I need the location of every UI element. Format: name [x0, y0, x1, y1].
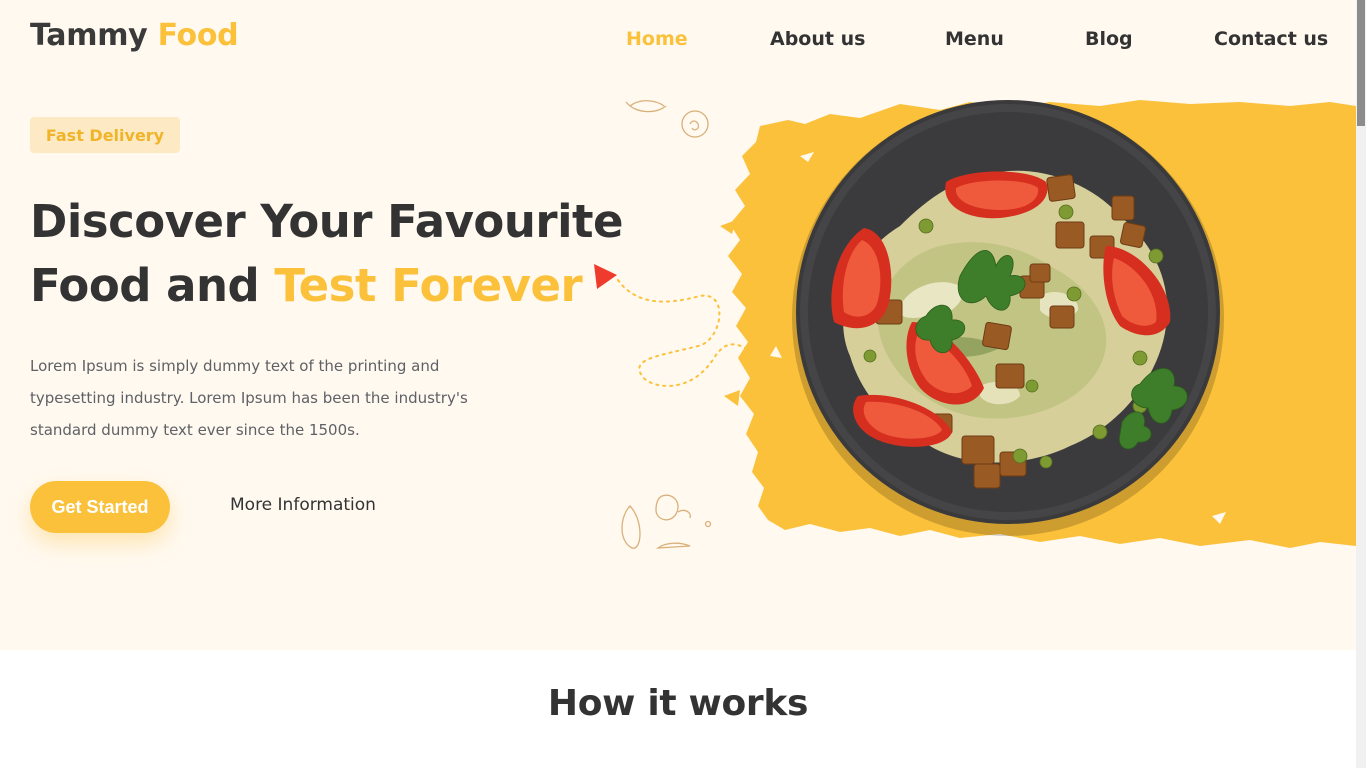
- how-it-works-title: How it works: [547, 683, 809, 724]
- nav-home[interactable]: Home: [626, 28, 688, 50]
- nav-menu[interactable]: Menu: [945, 28, 1004, 50]
- headline-line-2-plain: Food and: [30, 259, 260, 312]
- scrollbar-thumb[interactable]: [1357, 0, 1365, 126]
- hero-description: Lorem Ipsum is simply dummy text of the …: [30, 357, 468, 439]
- nav-about-us[interactable]: About us: [770, 28, 865, 50]
- food-doodle-icons: [621, 100, 712, 549]
- nav-contact-us[interactable]: Contact us: [1214, 28, 1328, 50]
- hero-headline: Discover Your Favourite Food and Test Fo…: [30, 190, 624, 318]
- hero-food-illustration: [617, 100, 1356, 549]
- headline-line-1: Discover Your Favourite: [30, 195, 624, 248]
- nav-blog[interactable]: Blog: [1085, 28, 1133, 50]
- get-started-button[interactable]: Get Started: [30, 481, 170, 533]
- headline-line-2-accent: Test Forever: [274, 259, 583, 312]
- main-nav: Home About us Menu Blog Contact us: [0, 28, 1356, 54]
- fast-delivery-badge: Fast Delivery: [30, 117, 180, 153]
- more-information-link[interactable]: More Information: [230, 495, 376, 515]
